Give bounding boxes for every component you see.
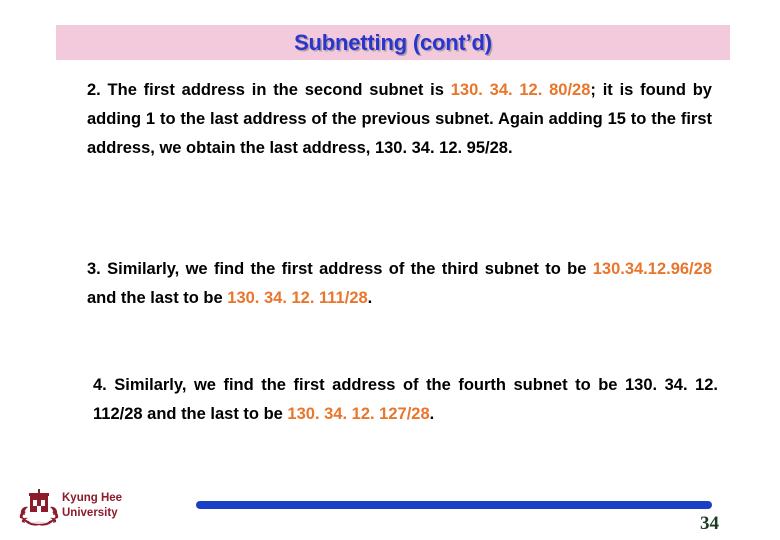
body-text-run: 2. The first address in the second subne…	[87, 81, 451, 99]
paragraph-3: 3. Similarly, we find the first address …	[87, 255, 712, 313]
page-title: Subnetting (cont’d)	[294, 30, 492, 55]
university-name: Kyung Hee University	[62, 491, 122, 521]
title-banner: Subnetting (cont’d)	[56, 25, 730, 60]
paragraph-2: 2. The first address in the second subne…	[87, 76, 712, 163]
body-text-run: .	[429, 405, 435, 423]
body-text-run: .	[367, 289, 373, 307]
highlighted-ip-address: 130. 34. 12. 111/28	[227, 289, 368, 307]
university-logo: Kyung Hee University	[18, 486, 148, 530]
highlighted-ip-address: 130.34.12.96/28	[592, 260, 712, 278]
body-text-run: 3. Similarly, we find the first address …	[87, 260, 593, 278]
paragraph-4: 4. Similarly, we find the first address …	[93, 371, 718, 429]
page-number: 34	[700, 513, 719, 534]
body-text-run: and the last to be	[87, 289, 228, 307]
slide-canvas: Subnetting (cont’d) 2. The first address…	[0, 0, 780, 540]
highlighted-ip-address: 130. 34. 12. 80/28	[450, 81, 591, 99]
body-text-run: 4. Similarly, we find the first address …	[93, 376, 625, 394]
body-text-run: and the last to be	[142, 405, 288, 423]
university-name-line2: University	[62, 507, 118, 519]
highlighted-ip-address: 130. 34. 12. 127/28	[287, 405, 430, 423]
university-name-line1: Kyung Hee	[62, 492, 123, 504]
kyung-hee-crest-icon	[19, 489, 59, 526]
body-text-run: 130. 34. 12. 95/28.	[374, 139, 513, 157]
footer-divider-bar	[196, 501, 712, 509]
